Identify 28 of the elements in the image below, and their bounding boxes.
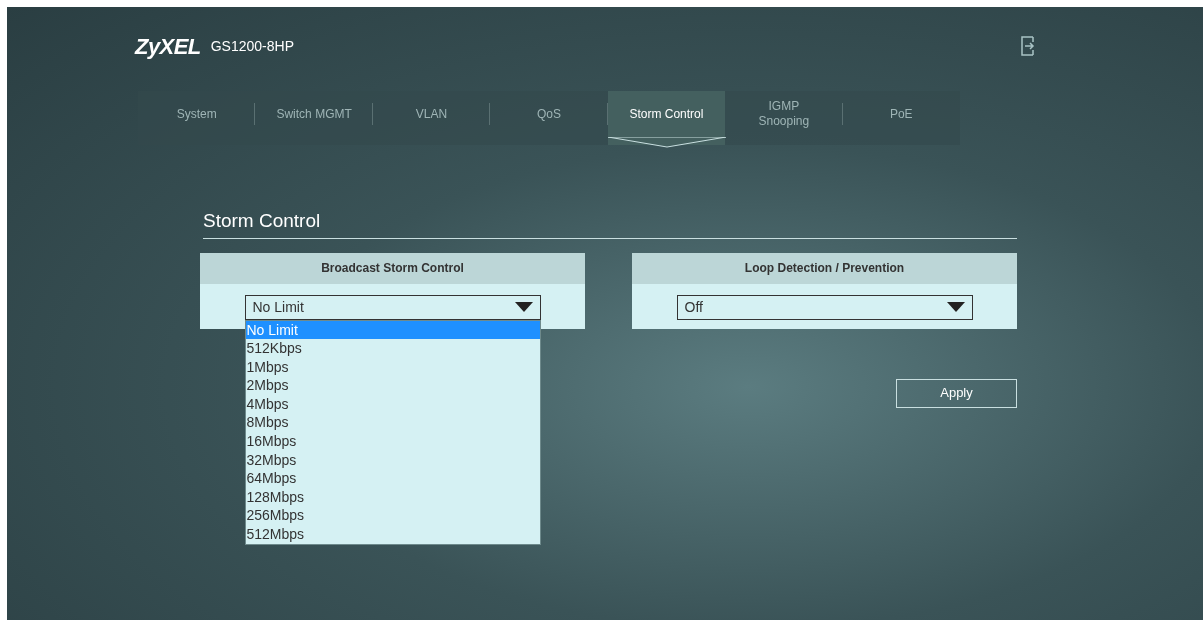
- dropdown-option[interactable]: 128Mbps: [245, 487, 540, 507]
- caret-icon: [946, 302, 965, 312]
- nav-tab[interactable]: Storm Control: [607, 91, 726, 145]
- dropdown-option[interactable]: 256Mbps: [245, 506, 540, 526]
- dropdown-option[interactable]: 4Mbps: [245, 394, 540, 414]
- panel-header: Broadcast Storm Control: [200, 252, 585, 284]
- nav-tab[interactable]: PoE: [842, 91, 960, 145]
- dropdown-option[interactable]: 32Mbps: [245, 450, 540, 470]
- apply-button[interactable]: Apply: [896, 378, 1017, 408]
- dropdown-option[interactable]: 16Mbps: [245, 432, 540, 451]
- dropdown-option[interactable]: 512Kbps: [245, 339, 540, 358]
- nav-tab[interactable]: VLAN: [372, 91, 491, 145]
- nav-tab[interactable]: Switch MGMT: [255, 91, 373, 145]
- brand-logo: ZyXEL: [135, 32, 201, 61]
- dropdown-option[interactable]: 2Mbps: [245, 376, 540, 395]
- model-name: GS1200-8HP: [210, 36, 294, 56]
- dropdown-option[interactable]: 1Mbps: [245, 357, 540, 377]
- select-dropdown[interactable]: Off: [676, 294, 973, 320]
- panel-header: Loop Detection / Prevention: [632, 252, 1017, 284]
- caret-icon: [514, 302, 533, 312]
- dropdown-option[interactable]: 8Mbps: [245, 413, 540, 433]
- nav-tab[interactable]: QoS: [490, 91, 608, 145]
- section-title: Storm Control: [203, 207, 1017, 239]
- nav-tab[interactable]: System: [138, 91, 256, 145]
- dropdown-option[interactable]: 64Mbps: [245, 469, 540, 488]
- logout-icon[interactable]: [1021, 36, 1035, 56]
- dropdown-option[interactable]: 512Mbps: [245, 525, 540, 544]
- nav-tab[interactable]: IGMP Snooping: [725, 91, 843, 145]
